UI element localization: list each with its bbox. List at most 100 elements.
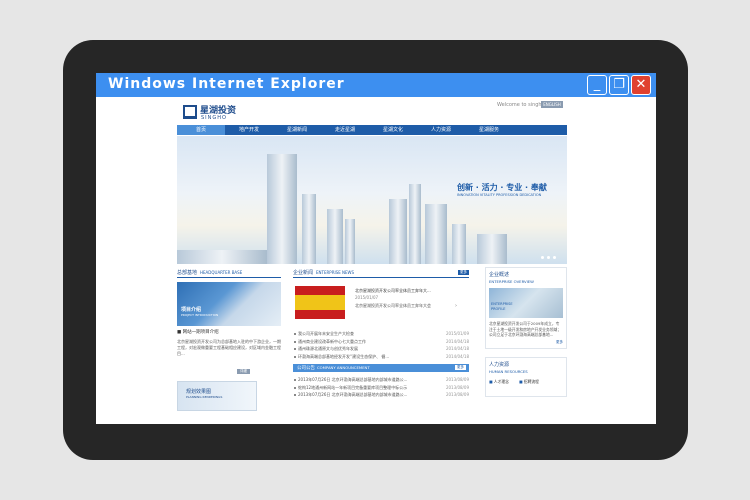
news-title: 企业新闻: [293, 270, 314, 276]
announcement-list: 2013年07月26日 北京环渤海高端总部基地内部城市道路公... 2013/08…: [293, 376, 469, 399]
news-image: [295, 286, 345, 319]
nav-item-about[interactable]: 走近星湖: [321, 125, 369, 135]
featured-news-body: 北京星湖投资开发公司率全体员工奔年大会: [355, 303, 431, 308]
plan-caption: 规划效果图: [186, 389, 212, 395]
nav-item-news[interactable]: 星湖新闻: [273, 125, 321, 135]
carousel-dot[interactable]: [553, 256, 556, 259]
news-item-date: 2015/01/09: [445, 331, 469, 336]
nav-item-real-estate[interactable]: 地产开发: [225, 125, 273, 135]
hq-item-title[interactable]: ■ 网站一期项目介绍: [177, 330, 281, 336]
hero-banner[interactable]: 创新 · 活力 · 专业 · 奉献 INNOVATION VITALITY PR…: [177, 136, 567, 264]
featured-news-date: 2015/01/07: [355, 295, 379, 300]
announcement-item-text: 2013年07月26日 北京环渤海高端总部基地内部城市道路公...: [298, 377, 408, 382]
banner-slogan-en: INNOVATION VITALITY PROFESSION DEDICATIO…: [457, 193, 542, 197]
news-item-date: 2014/04/18: [445, 346, 469, 351]
hq-title-en: HEADQUARTER BASE: [200, 270, 243, 275]
carousel-dot[interactable]: [547, 256, 550, 259]
window-title: Windows Internet Explorer: [108, 76, 345, 92]
list-item[interactable]: 通州商业建设改革新中心七大重点工作 2014/04/18: [293, 338, 469, 346]
nav-item-hr[interactable]: 人力资源: [417, 125, 465, 135]
skyline-building: [345, 219, 355, 264]
announcement-title: 公司公告: [297, 366, 315, 371]
nav-item-home[interactable]: 首页: [177, 125, 225, 135]
skyline-building: [327, 209, 343, 264]
hq-image-caption: 项目介绍: [181, 307, 202, 313]
logo-mark-icon: [183, 105, 197, 119]
title-bar: Windows Internet Explorer _ ❐ ✕: [96, 73, 656, 97]
news-item-text: 通州珠源北通原文与创优秀年发展: [298, 346, 358, 351]
news-item-text: 我公司开展年末安全生产大检查: [298, 331, 354, 336]
overview-title-en: ENTERPRISE OVERVIEW: [489, 279, 534, 284]
news-item-text: 通州商业建设改革新中心七大重点工作: [298, 338, 366, 344]
list-item[interactable]: 环渤海高端总部基地经发开发“建设生态保护、 循... 2014/04/18: [293, 353, 469, 361]
skyline-building: [409, 184, 421, 264]
overview-image-caption: ENTERPRISE: [491, 302, 513, 306]
overview-more-link[interactable]: 更多: [489, 340, 563, 345]
welcome-text: Welcome to singho: [497, 102, 545, 108]
hq-heading: 总部基地 HEADQUARTER BASE: [177, 269, 281, 278]
list-item[interactable]: 蛇构12地通州新网站一年新项目完备重要库项目整理中标公示 2013/08/09: [293, 384, 469, 392]
news-title-en: ENTERPRISE NEWS: [316, 270, 355, 275]
nav-item-service[interactable]: 星湖服务: [465, 125, 513, 135]
announcement-more-button[interactable]: 更多: [455, 365, 466, 370]
news-more-button[interactable]: 更多: [458, 270, 469, 275]
headquarter-column: 总部基地 HEADQUARTER BASE 项目介绍 PROJECT INTROD…: [177, 269, 281, 424]
list-item[interactable]: 2013年07月26日 北京环渤海高端总部基地内部城市道路公... 2013/08…: [293, 376, 469, 384]
close-icon[interactable]: ✕: [631, 75, 651, 95]
skyline-building: [389, 199, 407, 264]
overview-image[interactable]: ENTERPRISE PROFILE: [489, 288, 563, 318]
minimize-icon[interactable]: _: [587, 75, 607, 95]
announcement-heading: 公司公告 COMPANY ANNOUNCEMENT 更多: [293, 364, 469, 372]
featured-news-title[interactable]: 北京星湖投资开发公司率全体员工奔年大...: [355, 288, 465, 294]
hr-heading: 人力资源 HUMAN RESOURCES: [489, 361, 563, 374]
plan-caption-en: PLANNING RENDERINGS: [186, 395, 223, 399]
banner-slogan: 创新 · 活力 · 专业 · 奉献: [457, 183, 547, 192]
nav-item-culture[interactable]: 星湖文化: [369, 125, 417, 135]
hr-link-philosophy[interactable]: 人才理念: [489, 379, 509, 385]
skyline-building: [302, 194, 316, 264]
announcement-item-text: 蛇构12地通州新网站一年新项目完备重要库项目整理中标公示: [298, 384, 408, 390]
overview-box: 企业概述 ENTERPRISE OVERVIEW ENTERPRISE PROF…: [485, 267, 567, 349]
english-button[interactable]: ENGLISH: [541, 101, 563, 108]
skyline-building: [452, 224, 466, 264]
hq-image[interactable]: 项目介绍 PROJECT INTRODUCTION: [177, 282, 281, 326]
announcement-item-text: 2013年07月26日 北京环渤海高端总部基地内部城市道路公...: [298, 392, 408, 397]
chevron-right-icon[interactable]: ›: [455, 303, 457, 309]
news-list: 我公司开展年末安全生产大检查 2015/01/09 通州商业建设改革新中心七大重点…: [293, 330, 469, 360]
overview-title: 企业概述: [489, 272, 510, 278]
carousel-dots[interactable]: [541, 256, 556, 259]
maximize-icon[interactable]: ❐: [609, 75, 629, 95]
overview-image-caption2: PROFILE: [491, 307, 506, 311]
announcement-item-date: 2013/08/09: [445, 377, 469, 382]
skyline-building: [177, 250, 267, 264]
news-heading: 企业新闻 ENTERPRISE NEWS 更多: [293, 269, 469, 278]
hq-image-caption-en: PROJECT INTRODUCTION: [181, 313, 219, 317]
hr-title: 人力资源: [489, 361, 510, 368]
hr-title-en: HUMAN RESOURCES: [489, 368, 528, 374]
hr-links: 人才理念 招聘流程: [489, 379, 563, 385]
news-item-text: 环渤海高端总部基地经发开发“建设生态保护、 循...: [298, 353, 390, 359]
announcement-item-date: 2013/08/09: [445, 392, 469, 397]
site-logo[interactable]: 星湖投资 SINGHO: [183, 103, 243, 125]
carousel-dot[interactable]: [541, 256, 544, 259]
browser-window: Windows Internet Explorer _ ❐ ✕ 星湖投资 SIN…: [96, 73, 656, 424]
hq-title: 总部基地: [177, 270, 198, 276]
hr-box: 人力资源 HUMAN RESOURCES 人才理念 招聘流程: [485, 356, 567, 397]
main-nav: 首页 地产开发 星湖新闻 走近星湖 星湖文化 人力资源 星湖服务: [177, 125, 567, 135]
news-item-date: 2014/04/18: [445, 353, 469, 359]
overview-column: 企业概述 ENTERPRISE OVERVIEW ENTERPRISE PROF…: [485, 267, 567, 424]
list-item[interactable]: 通州珠源北通原文与创优秀年发展 2014/04/18: [293, 345, 469, 353]
skyline-building: [477, 234, 507, 264]
skyline-building: [267, 154, 297, 264]
announcement-title-en: COMPANY ANNOUNCEMENT: [317, 365, 370, 370]
hq-detail-button[interactable]: 详细: [237, 369, 250, 374]
planning-image[interactable]: 规划效果图 PLANNING RENDERINGS: [177, 381, 257, 411]
logo-text-en: SINGHO: [201, 115, 227, 121]
overview-text: 北京星湖投资开发公司于2009年成立，专注于土地一级开发和房地产开发业务领域；公…: [489, 321, 562, 337]
skyline-building: [425, 204, 447, 264]
list-item[interactable]: 我公司开展年末安全生产大检查 2015/01/09: [293, 330, 469, 338]
hr-link-recruitment[interactable]: 招聘流程: [519, 379, 539, 385]
news-item-date: 2014/04/18: [445, 338, 469, 344]
featured-news[interactable]: 北京星湖投资开发公司率全体员工奔年大... 2015/01/07 北京星湖投资开…: [293, 284, 469, 326]
list-item[interactable]: 2013年07月26日 北京环渤海高端总部基地内部城市道路公... 2013/08…: [293, 391, 469, 399]
